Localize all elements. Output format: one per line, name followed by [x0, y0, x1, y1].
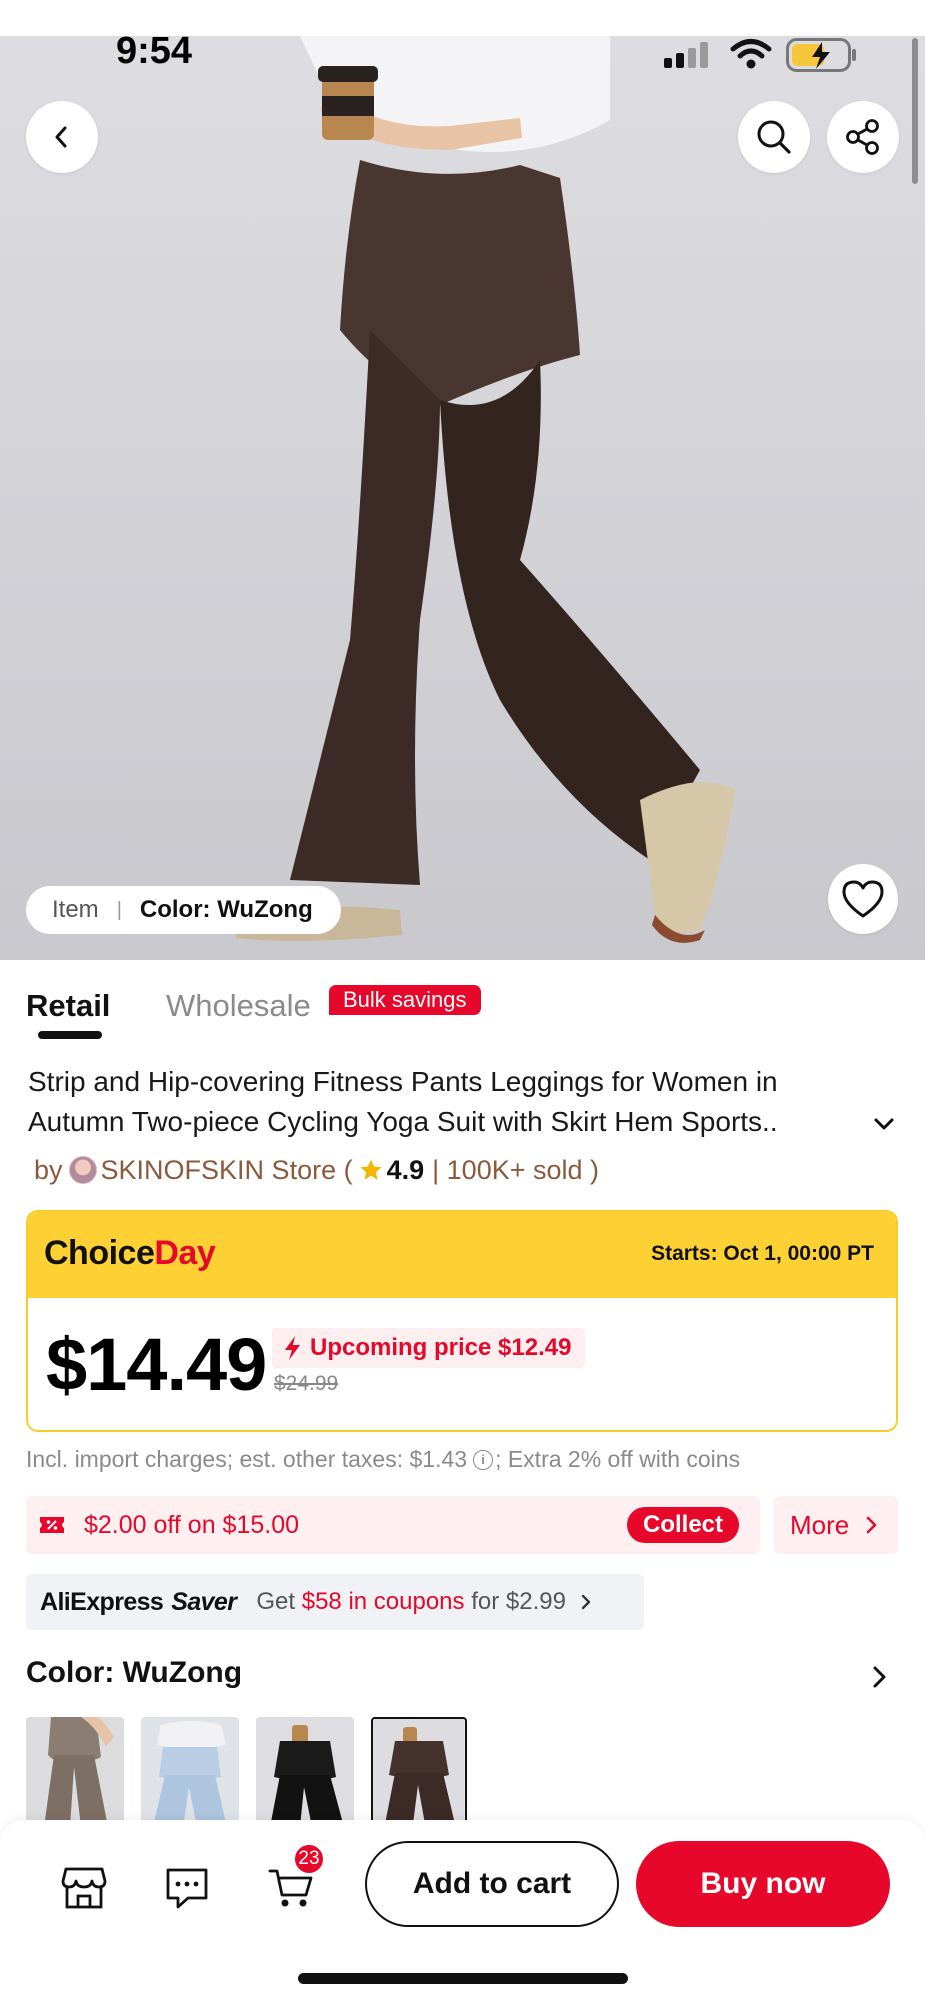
tax-info-line: Incl. import charges; est. other taxes: …	[26, 1446, 740, 1473]
status-time: 9:54	[116, 30, 193, 72]
share-icon	[846, 119, 879, 155]
tab-wholesale[interactable]: Wholesale	[166, 988, 311, 1024]
buy-now-button[interactable]: Buy now	[636, 1841, 890, 1927]
color-option-wuzong[interactable]	[371, 1717, 467, 1827]
store-name[interactable]: SKINOFSKIN Store (	[101, 1155, 353, 1186]
wifi-icon	[730, 39, 772, 69]
choice-day-start-time: Starts: Oct 1, 00:00 PT	[651, 1242, 874, 1265]
choice-day-header: ChoiceDay Starts: Oct 1, 00:00 PT	[28, 1212, 896, 1298]
gallery-color-label: Color: WuZong	[139, 896, 313, 923]
store-icon	[61, 1867, 107, 1909]
store-info[interactable]: by SKINOFSKIN Store ( 4.9 | 100K+ sold )	[34, 1152, 607, 1188]
tax-text: Incl. import charges; est. other taxes: …	[26, 1446, 468, 1472]
wishlist-button[interactable]	[828, 864, 898, 934]
coupon-row[interactable]: $2.00 off on $15.00 Collect	[26, 1496, 760, 1554]
color-options	[26, 1717, 467, 1827]
cart-count-badge: 23	[293, 1843, 325, 1875]
original-price: $24.99	[274, 1372, 339, 1395]
color-option-light-blue[interactable]	[141, 1717, 239, 1827]
gallery-item-pill[interactable]: Item | Color: WuZong	[26, 886, 341, 934]
heart-icon	[842, 880, 884, 918]
color-option-taupe[interactable]	[26, 1717, 124, 1827]
add-to-cart-button[interactable]: Add to cart	[365, 1841, 619, 1927]
star-icon	[360, 1159, 382, 1180]
chat-icon	[166, 1868, 208, 1909]
upcoming-price-text: Upcoming price $12.49	[310, 1334, 572, 1361]
search-button[interactable]	[738, 101, 810, 173]
aliexpress-saver-banner[interactable]: AliExpress Saver Get $58 in coupons for $…	[26, 1574, 644, 1630]
purchase-mode-tabs: Retail Wholesale Bulk savings	[26, 980, 906, 1040]
choice-day-price-box: ChoiceDay Starts: Oct 1, 00:00 PT $14.49…	[26, 1210, 898, 1432]
tab-retail[interactable]: Retail	[26, 988, 110, 1024]
more-label: More	[790, 1509, 850, 1540]
status-bar: 9:54	[0, 0, 925, 110]
pill-divider: |	[116, 898, 122, 921]
battery-icon	[786, 38, 856, 72]
share-button[interactable]	[827, 101, 899, 173]
bulk-savings-badge: Bulk savings	[329, 985, 481, 1015]
chevron-right-icon[interactable]	[870, 1664, 890, 1690]
saver-offer-text: Get $58 in coupons for $2.99	[256, 1588, 566, 1615]
chevron-down-icon[interactable]	[870, 1110, 898, 1138]
more-coupons-button[interactable]: More	[774, 1496, 898, 1554]
back-button[interactable]	[26, 101, 98, 173]
cellular-signal-icon	[664, 42, 708, 68]
color-option-black[interactable]	[256, 1717, 354, 1827]
tab-active-indicator	[38, 1031, 102, 1039]
gallery-item-label: Item	[52, 896, 99, 923]
upcoming-price-badge: Upcoming price $12.49	[272, 1328, 586, 1368]
chevron-right-icon	[581, 1594, 591, 1610]
store-rating: 4.9	[386, 1154, 425, 1185]
product-image-gallery[interactable]: 9:54 Item | Color: WuZong	[0, 0, 925, 960]
store-button[interactable]	[56, 1860, 112, 1916]
message-button[interactable]	[159, 1860, 215, 1916]
coins-text: ; Extra 2% off with coins	[495, 1446, 741, 1472]
coupon-icon	[40, 1517, 64, 1533]
coupon-text: $2.00 off on $15.00	[84, 1510, 300, 1539]
color-section-title[interactable]: Color: WuZong	[26, 1656, 242, 1690]
store-avatar	[68, 1156, 97, 1184]
store-by-label: by	[34, 1154, 63, 1185]
home-indicator	[298, 1973, 628, 1984]
lightning-icon	[285, 1336, 300, 1360]
product-title[interactable]: Strip and Hip-covering Fitness Pants Leg…	[28, 1062, 878, 1142]
chevron-right-icon	[867, 1516, 877, 1534]
collect-coupon-button[interactable]: Collect	[627, 1507, 740, 1543]
info-icon[interactable]: i	[473, 1449, 494, 1470]
saver-logo: AliExpress Saver	[40, 1587, 237, 1616]
search-icon	[757, 120, 791, 154]
choice-day-logo: ChoiceDay	[44, 1234, 216, 1272]
store-sold-count: | 100K+ sold )	[432, 1154, 600, 1185]
scroll-indicator	[912, 38, 918, 184]
chevron-left-icon	[55, 126, 67, 148]
current-price: $14.49	[46, 1323, 267, 1406]
